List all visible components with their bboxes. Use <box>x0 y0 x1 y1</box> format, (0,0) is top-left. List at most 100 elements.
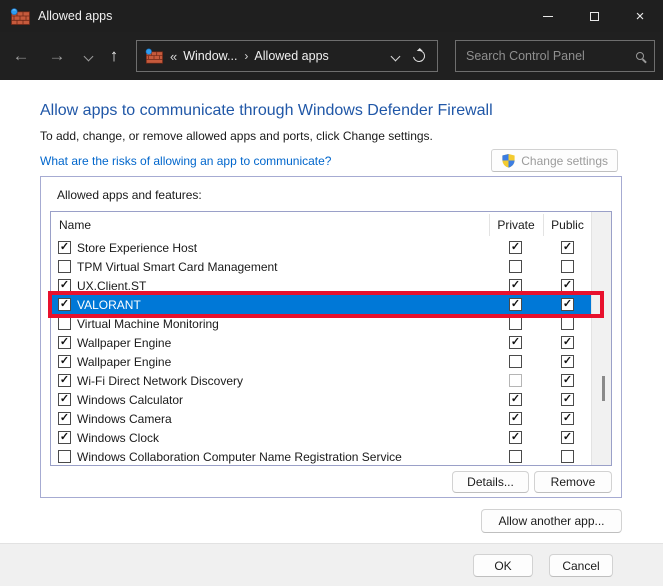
app-name: Wi-Fi Direct Network Discovery <box>77 374 243 388</box>
refresh-button[interactable] <box>411 48 428 65</box>
app-name: Wallpaper Engine <box>77 336 171 350</box>
dialog-footer: OK Cancel <box>0 543 663 586</box>
app-row[interactable]: ✓ Windows Camera ✓ ✓ <box>51 409 591 428</box>
public-checkbox[interactable]: ✓ <box>561 355 574 368</box>
public-checkbox[interactable] <box>561 317 574 330</box>
app-enabled-checkbox[interactable]: ✓ <box>58 355 71 368</box>
public-checkbox[interactable]: ✓ <box>561 431 574 444</box>
breadcrumb-separator-icon: › <box>244 49 248 63</box>
risks-help-link[interactable]: What are the risks of allowing an app to… <box>40 154 331 168</box>
public-checkbox[interactable]: ✓ <box>561 412 574 425</box>
address-dropdown-button[interactable] <box>392 53 399 60</box>
private-checkbox[interactable]: ✓ <box>509 431 522 444</box>
change-settings-label: Change settings <box>521 154 608 168</box>
column-header-public[interactable]: Public <box>543 218 592 232</box>
breadcrumb[interactable]: « Window... › Allowed apps <box>136 40 438 72</box>
app-row[interactable]: Virtual Machine Monitoring <box>51 314 591 333</box>
search-input[interactable] <box>466 49 630 63</box>
public-checkbox[interactable]: ✓ <box>561 336 574 349</box>
private-checkbox[interactable] <box>509 355 522 368</box>
maximize-icon <box>590 12 599 21</box>
app-enabled-checkbox[interactable]: ✓ <box>58 298 71 311</box>
app-row[interactable]: ✓ Windows Clock ✓ ✓ <box>51 428 591 447</box>
private-checkbox[interactable]: ✓ <box>509 393 522 406</box>
app-row[interactable]: ✓ VALORANT ✓ ✓ <box>51 295 591 314</box>
recent-pages-button[interactable] <box>78 32 98 80</box>
details-button[interactable]: Details... <box>452 471 529 493</box>
app-row[interactable]: ✓ Wallpaper Engine ✓ <box>51 352 591 371</box>
public-checkbox[interactable]: ✓ <box>561 298 574 311</box>
column-header-name[interactable]: Name <box>59 218 91 232</box>
public-checkbox[interactable]: ✓ <box>561 374 574 387</box>
title-bar: Allowed apps × <box>0 0 663 32</box>
private-checkbox[interactable] <box>509 260 522 273</box>
list-header: Name Private Public <box>51 212 591 238</box>
app-row[interactable]: ✓ UX.Client.ST ✓ ✓ <box>51 276 591 295</box>
app-enabled-checkbox[interactable] <box>58 317 71 330</box>
app-list-rows: ✓ Store Experience Host ✓ ✓ TPM Virtual … <box>51 238 591 466</box>
close-button[interactable]: × <box>617 0 663 32</box>
public-checkbox[interactable]: ✓ <box>561 393 574 406</box>
close-icon: × <box>636 9 645 24</box>
app-row[interactable]: ✓ Store Experience Host ✓ ✓ <box>51 238 591 257</box>
private-checkbox[interactable] <box>509 374 522 387</box>
cancel-button[interactable]: Cancel <box>549 554 613 577</box>
app-name: Store Experience Host <box>77 241 197 255</box>
firewall-icon <box>10 8 30 25</box>
app-name: Windows Camera <box>77 412 172 426</box>
ok-button[interactable]: OK <box>473 554 533 577</box>
private-checkbox[interactable]: ✓ <box>509 241 522 254</box>
app-name: Wallpaper Engine <box>77 355 171 369</box>
app-row[interactable]: ✓ Windows Calculator ✓ ✓ <box>51 390 591 409</box>
private-checkbox[interactable]: ✓ <box>509 298 522 311</box>
app-enabled-checkbox[interactable]: ✓ <box>58 412 71 425</box>
page-description: To add, change, or remove allowed apps a… <box>40 129 433 143</box>
app-name: Windows Collaboration Computer Name Regi… <box>77 450 402 464</box>
minimize-button[interactable] <box>525 0 571 32</box>
firewall-icon <box>145 48 163 64</box>
app-enabled-checkbox[interactable]: ✓ <box>58 393 71 406</box>
search-icon[interactable] <box>636 52 644 60</box>
app-enabled-checkbox[interactable]: ✓ <box>58 374 71 387</box>
private-checkbox[interactable]: ✓ <box>509 412 522 425</box>
app-row[interactable]: ✓ Wi-Fi Direct Network Discovery ✓ <box>51 371 591 390</box>
breadcrumb-overflow[interactable]: « <box>170 49 177 64</box>
private-checkbox[interactable]: ✓ <box>509 336 522 349</box>
app-name: VALORANT <box>77 298 141 312</box>
private-checkbox[interactable] <box>509 450 522 463</box>
public-checkbox[interactable]: ✓ <box>561 241 574 254</box>
private-checkbox[interactable]: ✓ <box>509 279 522 292</box>
window-title: Allowed apps <box>38 9 112 23</box>
remove-button[interactable]: Remove <box>534 471 612 493</box>
app-enabled-checkbox[interactable]: ✓ <box>58 241 71 254</box>
public-checkbox[interactable] <box>561 450 574 463</box>
public-checkbox[interactable]: ✓ <box>561 279 574 292</box>
app-enabled-checkbox[interactable] <box>58 260 71 273</box>
chevron-down-icon <box>83 51 93 61</box>
app-name: Windows Clock <box>77 431 159 445</box>
app-row[interactable]: Windows Collaboration Computer Name Regi… <box>51 447 591 466</box>
app-enabled-checkbox[interactable]: ✓ <box>58 279 71 292</box>
app-enabled-checkbox[interactable]: ✓ <box>58 336 71 349</box>
list-scrollbar[interactable] <box>591 212 611 465</box>
app-enabled-checkbox[interactable] <box>58 450 71 463</box>
app-enabled-checkbox[interactable]: ✓ <box>58 431 71 444</box>
breadcrumb-item-current[interactable]: Allowed apps <box>254 49 328 63</box>
allowed-apps-groupbox: Allowed apps and features: Name Private … <box>40 176 622 498</box>
scrollbar-thumb[interactable] <box>602 376 605 401</box>
back-button[interactable]: ← <box>8 32 34 80</box>
column-header-private[interactable]: Private <box>489 218 543 232</box>
search-box[interactable] <box>455 40 655 72</box>
private-checkbox[interactable] <box>509 317 522 330</box>
app-row[interactable]: ✓ Wallpaper Engine ✓ ✓ <box>51 333 591 352</box>
change-settings-button[interactable]: Change settings <box>491 149 618 172</box>
group-label: Allowed apps and features: <box>57 188 202 202</box>
breadcrumb-item-windows[interactable]: Window... <box>183 49 237 63</box>
maximize-button[interactable] <box>571 0 617 32</box>
main-content: Allow apps to communicate through Window… <box>0 80 663 586</box>
public-checkbox[interactable] <box>561 260 574 273</box>
up-button[interactable]: ↑ <box>102 32 126 80</box>
allow-another-app-button[interactable]: Allow another app... <box>481 509 622 533</box>
app-row[interactable]: TPM Virtual Smart Card Management <box>51 257 591 276</box>
forward-button[interactable]: → <box>44 32 70 80</box>
